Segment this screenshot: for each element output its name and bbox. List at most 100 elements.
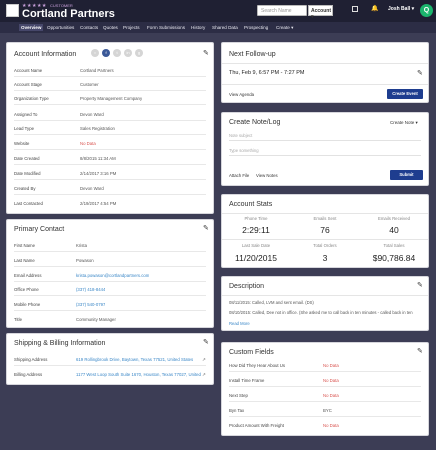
field-label: Account Stage [14, 82, 42, 87]
tab-overview[interactable]: Overview [19, 24, 44, 31]
address-link[interactable]: 619 Rollingbrook Drive, Baytown, Texas 7… [76, 357, 201, 362]
field-label: Date Modified [14, 171, 41, 176]
calendar-icon[interactable] [352, 6, 358, 12]
shipping-billing-title: Shipping & Billing Information [14, 340, 106, 347]
pencil-icon[interactable]: ✎ [417, 281, 423, 289]
list-item: Created By Devon Ward [14, 183, 206, 195]
account-dropdown[interactable]: Account ▾ [308, 5, 333, 20]
stat-value: 2:29:11 [242, 225, 270, 235]
twitter-icon[interactable]: t [113, 49, 121, 57]
field-label: Office Phone [14, 287, 39, 292]
submit-button[interactable]: Submit [390, 170, 423, 180]
tab-projects[interactable]: Projects [121, 24, 142, 31]
field-label: Install Time Frame [229, 378, 265, 383]
field-value: No Data [80, 141, 96, 146]
create-event-button[interactable]: Create Event [387, 89, 423, 99]
list-item: Assigned To Devon Ward [14, 109, 206, 121]
tab-shared-data[interactable]: Shared Data [210, 24, 240, 31]
field-value: No Data [323, 423, 339, 428]
facebook-icon[interactable]: f [102, 49, 110, 57]
top-header: ★★★★★ CUSTOMER Cortland Partners Search … [0, 0, 436, 22]
tab-contacts[interactable]: Contacts [78, 24, 100, 31]
list-item: Shipping Address 619 Rollingbrook Drive, … [14, 354, 206, 366]
field-value: 2/14/2017 3:16 PM [80, 171, 117, 176]
field-label: Last Contacted [14, 201, 43, 206]
field-value: Community Manager [76, 317, 116, 322]
user-menu[interactable]: Josh Ball ▾ [388, 6, 414, 12]
divider [222, 213, 428, 214]
tab-opportunities[interactable]: Opportunities [45, 24, 76, 31]
tab-history[interactable]: History [189, 24, 207, 31]
field-value: No Data [323, 378, 339, 383]
field-label: Billing Address [14, 372, 43, 377]
phone-link[interactable]: (337) 540-0797 [76, 302, 105, 307]
list-item: Title Community Manager [14, 314, 206, 326]
field-value: No Data [323, 393, 339, 398]
pencil-icon[interactable]: ✎ [203, 49, 209, 57]
description-line: 08/10/2015: Called, Dee not in office. (… [229, 310, 413, 315]
attach-file-link[interactable]: Attach File [229, 173, 249, 178]
field-label: First Name [14, 243, 36, 248]
email-link[interactable]: krista.powason@cortlandpartners.com [76, 273, 149, 278]
create-note-dropdown[interactable]: Create Note ▾ [390, 120, 418, 126]
page-title: Cortland Partners [22, 8, 115, 20]
list-item: Account Name Cortland Partners [14, 65, 206, 77]
pencil-icon[interactable]: ✎ [417, 69, 423, 77]
account-info-title: Account Information [14, 51, 77, 58]
linkedin-icon[interactable]: in [124, 49, 132, 57]
search-input[interactable]: Search Name [257, 5, 307, 16]
tab-create[interactable]: Create ▾ [274, 24, 295, 32]
pencil-icon[interactable]: ✎ [203, 224, 209, 232]
tab-form-submissions[interactable]: Form Submissions [145, 24, 187, 31]
google-icon[interactable]: g [135, 49, 143, 57]
pencil-icon[interactable]: ✎ [203, 338, 209, 346]
field-label: Website [14, 141, 30, 146]
read-more-link[interactable]: Read More [229, 321, 250, 326]
field-value: Customer [80, 82, 99, 87]
app-logo[interactable]: Q [420, 4, 433, 17]
field-label: Byn Tax [229, 408, 245, 413]
list-item: Organization Type Property Management Com… [14, 93, 206, 105]
pencil-icon[interactable]: ✎ [417, 347, 423, 355]
divider [222, 84, 428, 85]
stat-label: Total Sales [383, 243, 405, 248]
field-label: Product Amount With Freight [229, 423, 284, 428]
menu-box[interactable] [6, 4, 19, 17]
field-value: Powason [76, 258, 94, 263]
field-value: Cortland Partners [80, 68, 114, 73]
external-link-icon[interactable]: ↗ [202, 372, 206, 378]
followup-datetime[interactable]: Thu, Feb 9, 6:57 PM - 7:27 PM [229, 70, 305, 76]
list-item: How Did They Hear About Us No Data [229, 360, 421, 372]
stat-value: 76 [320, 225, 330, 235]
field-label: How Did They Hear About Us [229, 363, 286, 368]
field-value: Property Management Company [80, 96, 143, 101]
stat-label: Emails Received [377, 216, 410, 221]
bell-icon[interactable]: 🔔 [371, 5, 378, 12]
social-icon[interactable]: ○ [91, 49, 99, 57]
description-title: Description [229, 283, 265, 290]
list-item: Lead Type Sales Registration [14, 123, 206, 135]
stat-label: Emails Sent [313, 216, 337, 221]
stat-label: Total Orders [313, 243, 337, 248]
field-value: Devon Ward [80, 112, 104, 117]
note-subject-input[interactable]: Note subject [229, 131, 421, 141]
field-label: Assigned To [14, 112, 38, 117]
field-value: No Data [323, 363, 339, 368]
account-info-card: Account Information ○ f t in g ✎ Account… [6, 42, 214, 214]
field-label: Title [14, 317, 22, 322]
custom-fields-title: Custom Fields [229, 349, 274, 356]
primary-contact-title: Primary Contact [14, 226, 65, 233]
divider [222, 63, 428, 64]
note-body-input[interactable]: Type something [229, 146, 421, 156]
view-agenda-link[interactable]: View Agenda [229, 92, 254, 97]
view-notes-link[interactable]: View Notes [256, 173, 278, 178]
list-item: Billing Address 1177 West Loop South Suit… [14, 369, 206, 381]
list-item: Install Time Frame No Data [229, 375, 421, 387]
list-item: Last Name Powason [14, 255, 206, 267]
tab-prospecting[interactable]: Prospecting [242, 24, 270, 31]
external-link-icon[interactable]: ↗ [202, 357, 206, 363]
divider [222, 295, 428, 296]
address-link[interactable]: 1177 West Loop South Suite 1670, Houston… [76, 372, 201, 377]
phone-link[interactable]: (337) 418-8444 [76, 287, 105, 292]
tab-quotes[interactable]: Quotes [101, 24, 120, 31]
